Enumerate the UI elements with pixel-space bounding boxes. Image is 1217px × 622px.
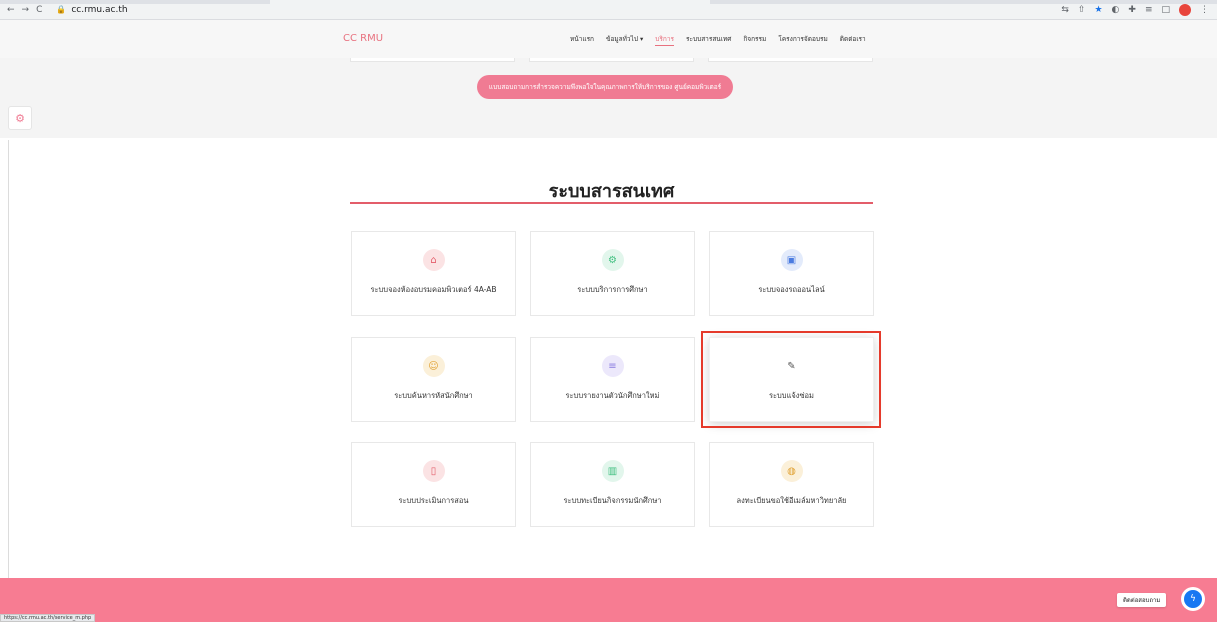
system-card[interactable]: ≡ ระบบรายงานตัวนักศึกษาใหม่ — [530, 337, 695, 422]
star-icon[interactable]: ★ — [1094, 4, 1102, 16]
brand-logo[interactable]: CC RMU — [343, 33, 383, 44]
system-card-label: ระบบรายงานตัวนักศึกษาใหม่ — [565, 391, 660, 400]
system-card-label: ระบบประเมินการสอน — [398, 496, 469, 505]
card-stub — [350, 58, 515, 62]
system-card[interactable]: ▯ ระบบประเมินการสอน — [351, 442, 516, 527]
system-card-label: ระบบบริการการศึกษา — [577, 285, 648, 294]
arrow-left-icon[interactable]: ← — [7, 5, 15, 15]
home-icon: ⌂ — [422, 249, 445, 271]
reload-icon[interactable]: C — [36, 5, 42, 15]
menu-item-training[interactable]: โครงการจัดอบรม — [778, 34, 827, 44]
section-title-underline — [350, 202, 873, 204]
system-card[interactable]: ◍ ลงทะเบียนขอใช้อีเมล์มหาวิทยาลัย — [709, 442, 874, 527]
globe-icon: ◍ — [780, 460, 803, 482]
system-card-label: ระบบจองห้องอบรมคอมพิวเตอร์ 4A-AB — [370, 285, 497, 294]
puzzle-icon[interactable]: ✚ — [1128, 4, 1136, 16]
gear-icon[interactable]: ⚙ — [8, 106, 32, 130]
active-tab[interactable] — [270, 0, 710, 4]
system-card-label: ลงทะเบียนขอใช้อีเมล์มหาวิทยาลัย — [736, 496, 847, 505]
address-bar[interactable]: 🔒 cc.rmu.ac.th — [56, 5, 127, 15]
user-icon: ☺ — [422, 355, 445, 377]
browser-toolbar: ← → C 🔒 cc.rmu.ac.th ⇆ ⇧ ★ ◐ ✚ ≡ □ ⋮ — [0, 0, 1217, 20]
address-text: cc.rmu.ac.th — [71, 4, 128, 15]
system-card[interactable]: ☺ ระบบค้นหารหัสนักศึกษา — [351, 337, 516, 422]
status-bar-url: https://cc.rmu.ac.th/service_m.php — [0, 614, 96, 622]
extension-icon[interactable]: ◐ — [1112, 4, 1120, 16]
reading-list-icon[interactable]: ≡ — [1145, 4, 1153, 16]
menu-item-information-systems[interactable]: ระบบสารสนเทศ — [686, 34, 731, 44]
tab-strip — [0, 0, 1217, 4]
menu-item-activities[interactable]: กิจกรรม — [743, 34, 766, 44]
system-card-label: ระบบทะเบียนกิจกรรมนักศึกษา — [563, 496, 662, 505]
section-title: ระบบสารสนเทศ — [548, 181, 675, 202]
footer — [0, 578, 1217, 622]
kebab-menu-icon[interactable]: ⋮ — [1200, 4, 1209, 16]
system-card[interactable]: ▥ ระบบทะเบียนกิจกรรมนักศึกษา — [530, 442, 695, 527]
menu-item-home[interactable]: หน้าแรก — [570, 34, 594, 44]
highlight-box — [701, 331, 881, 428]
site-header: CC RMU หน้าแรก ข้อมูลทั่วไป ▾ บริการ ระบ… — [0, 20, 1217, 58]
profile-avatar-icon[interactable] — [1179, 4, 1191, 16]
bus-icon: ▣ — [780, 249, 803, 271]
system-card-label: ระบบจองรถออนไลน์ — [758, 285, 825, 294]
translate-icon[interactable]: ⇆ — [1061, 4, 1069, 16]
lock-icon: 🔒 — [56, 5, 67, 14]
menu-item-contact[interactable]: ติดต่อเรา — [840, 34, 866, 44]
share-icon[interactable]: ⇧ — [1078, 4, 1086, 16]
system-card-label: ระบบค้นหารหัสนักศึกษา — [394, 391, 473, 400]
messenger-button[interactable]: ϟ — [1181, 587, 1205, 611]
extension-icons: ⇆ ⇧ ★ ◐ ✚ ≡ □ ⋮ — [1061, 4, 1209, 16]
system-card[interactable]: ⚙ ระบบบริการการศึกษา — [530, 231, 695, 316]
bar-chart-icon: ▥ — [601, 460, 624, 482]
system-card[interactable]: ▣ ระบบจองรถออนไลน์ — [709, 231, 874, 316]
settings-icon: ⚙ — [601, 249, 624, 271]
menu-item-general-info[interactable]: ข้อมูลทั่วไป ▾ — [606, 34, 643, 44]
survey-button[interactable]: แบบสอบถามการสำรวจความพึงพอใจในคุณภาพการใ… — [477, 75, 733, 99]
arrow-right-icon[interactable]: → — [22, 5, 30, 15]
card-stub — [529, 58, 694, 62]
phone-icon: ▯ — [422, 460, 445, 482]
list-icon: ≡ — [601, 355, 624, 377]
messenger-icon: ϟ — [1184, 590, 1202, 608]
main-menu: หน้าแรก ข้อมูลทั่วไป ▾ บริการ ระบบสารสนเ… — [570, 34, 866, 46]
window-icon[interactable]: □ — [1161, 4, 1170, 16]
divider — [8, 140, 9, 578]
system-card[interactable]: ⌂ ระบบจองห้องอบรมคอมพิวเตอร์ 4A-AB — [351, 231, 516, 316]
menu-item-services[interactable]: บริการ — [655, 34, 674, 46]
chat-label[interactable]: ติดต่อสอบถาม — [1117, 593, 1167, 607]
card-stub — [708, 58, 873, 62]
